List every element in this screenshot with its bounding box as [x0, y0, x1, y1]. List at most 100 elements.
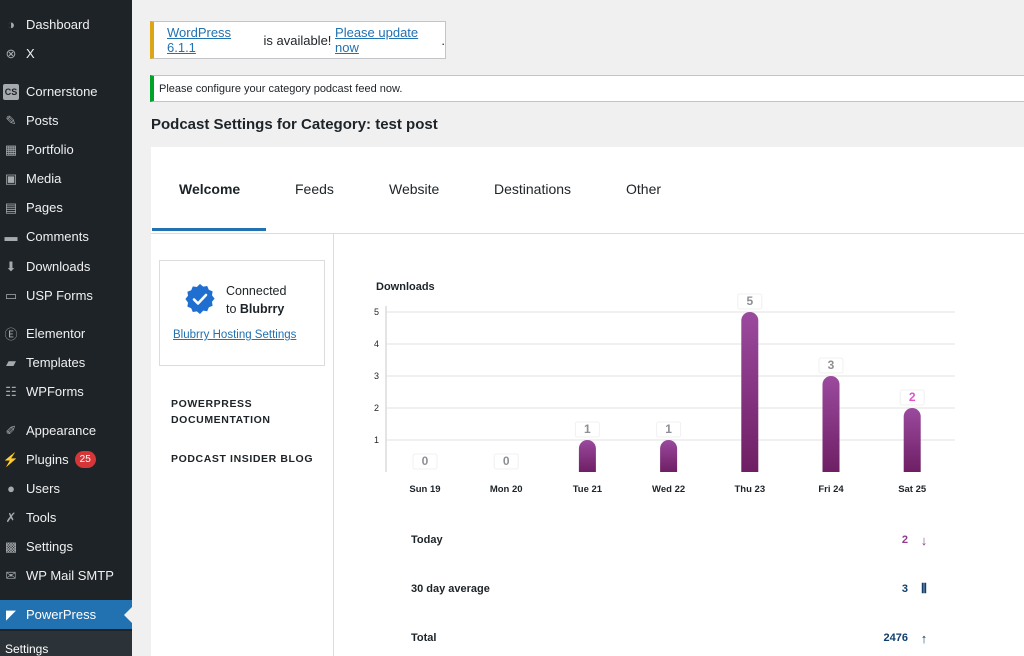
tab-website[interactable]: Website — [389, 181, 439, 197]
stat-value: 3 — [901, 583, 908, 595]
y-tick-label: 3 — [374, 371, 379, 381]
downloads-chart-area: Downloads 1 2 3 4 5 0 Sun 19 0 Mon 20 1 Tue 21 1 Wed … — [335, 234, 1024, 656]
connection-card: Connected to Blubrry Blubrry Hosting Set… — [159, 260, 325, 366]
sidebar-item-label: Pages — [26, 200, 63, 215]
data-label: 2 — [909, 390, 916, 404]
sidebar-item-wpforms[interactable]: ☷ WPForms — [0, 377, 132, 406]
sidebar-item-portfolio[interactable]: ▦ Portfolio — [0, 135, 132, 164]
sidebar-item-wp-mail-smtp[interactable]: ✉ WP Mail SMTP — [0, 561, 132, 590]
sidebar-item-label: Posts — [26, 113, 59, 128]
wrench-icon: ✗ — [5, 509, 17, 525]
chart-bar — [903, 408, 921, 472]
dashboard-icon: ◑ — [7, 17, 15, 32]
tab-other[interactable]: Other — [626, 181, 661, 197]
plug-icon: ⚡ — [2, 451, 20, 467]
update-now-link[interactable]: Please update now — [335, 25, 441, 55]
sidebar-item-label: WPForms — [26, 384, 84, 399]
submenu: Settings — [0, 631, 132, 656]
sidebar-item-label: Portfolio — [26, 142, 74, 157]
arrow-down-icon: ↓ — [920, 532, 928, 548]
chart-bar — [822, 376, 840, 472]
data-label: 0 — [422, 454, 429, 468]
downloads-chart: Downloads 1 2 3 4 5 0 Sun 19 0 Mon 20 1 Tue 21 1 Wed … — [374, 281, 955, 495]
sidebar-item-templates[interactable]: ▰ Templates — [0, 348, 132, 377]
tab-bar: Welcome Feeds Website Destinations Other — [151, 147, 1024, 234]
comments-icon: ▬ — [4, 229, 18, 244]
sidebar-item-cornerstone[interactable]: CS Cornerstone — [0, 77, 132, 106]
brush-icon: ✐ — [5, 422, 17, 438]
documentation-line2: DOCUMENTATION — [171, 414, 271, 426]
sidebar-item-label: Plugins — [26, 452, 69, 467]
sidebar-item-label: USP Forms — [26, 288, 93, 303]
sidebar-item-label: WP Mail SMTP — [26, 568, 114, 583]
chart-bar — [660, 440, 678, 472]
mail-icon: ✉ — [5, 567, 17, 583]
stat-row: 30 day average 3 ⦀ — [411, 580, 951, 600]
tab-destinations[interactable]: Destinations — [494, 181, 571, 197]
stat-label: 30 day average — [411, 583, 490, 595]
stat-value: 2476 — [883, 632, 908, 644]
sidebar-item-users[interactable]: ● Users — [0, 474, 132, 503]
waveform-icon: ⦀ — [921, 581, 927, 596]
y-tick-label: 2 — [374, 403, 379, 413]
elementor-icon: Ⓔ — [4, 327, 18, 342]
submenu-item-settings[interactable]: Settings — [5, 642, 48, 656]
sidebar-item-label: Templates — [26, 355, 86, 370]
data-label: 1 — [665, 422, 672, 436]
hosting-settings-link[interactable]: Blubrry Hosting Settings — [173, 329, 296, 341]
pin-icon: ✎ — [5, 112, 17, 128]
sidebar-item-label: Comments — [26, 229, 89, 244]
y-tick-label: 1 — [374, 435, 379, 445]
powerpress-documentation-link[interactable]: POWERPRESS DOCUMENTATION — [171, 396, 271, 428]
sidebar-item-posts[interactable]: ✎ Posts — [0, 106, 132, 135]
stat-value: 2 — [901, 534, 908, 546]
data-label: 0 — [503, 454, 510, 468]
sidebar-item-label: Tools — [26, 510, 57, 525]
sidebar-item-appearance[interactable]: ✐ Appearance — [0, 416, 132, 445]
sidebar-item-label: Elementor — [26, 326, 86, 341]
verified-badge-icon — [185, 284, 215, 314]
update-notice-end: . — [441, 32, 445, 48]
connection-service-name: Blubrry — [239, 302, 285, 316]
sidebar-item-elementor[interactable]: Ⓔ Elementor — [0, 319, 132, 348]
sidebar-item-label: Users — [26, 481, 60, 496]
arrow-up-icon: ↑ — [920, 630, 928, 646]
forms-icon: ▭ — [4, 287, 18, 303]
sidebar-item-label: Cornerstone — [26, 84, 98, 99]
data-label: 1 — [584, 422, 591, 436]
x-tick-label: Wed 22 — [652, 484, 685, 495]
x-tick-label: Sun 19 — [409, 484, 440, 495]
user-icon: ● — [7, 481, 15, 496]
stat-label: Total — [411, 632, 437, 644]
settings-icon: ▩ — [4, 538, 18, 554]
cs-icon: CS — [3, 83, 19, 100]
pages-icon: ▤ — [4, 199, 18, 215]
update-notice-text: is available! — [259, 32, 336, 48]
chart-bar — [741, 312, 759, 472]
tab-welcome[interactable]: Welcome — [179, 181, 240, 197]
sidebar-item-powerpress[interactable]: ◤ PowerPress — [0, 600, 132, 629]
welcome-sidebar: Connected to Blubrry Blubrry Hosting Set… — [151, 234, 334, 656]
sidebar-item-downloads[interactable]: ⬇ Downloads — [0, 252, 132, 281]
wordpress-version-link[interactable]: WordPress 6.1.1 — [167, 25, 260, 55]
sidebar-item-label: Appearance — [26, 423, 97, 438]
sidebar-item-plugins[interactable]: ⚡ Plugins 25 — [0, 445, 132, 474]
sidebar-item-settings[interactable]: ▩ Settings — [0, 532, 132, 561]
sidebar-item-tools[interactable]: ✗ Tools — [0, 503, 132, 532]
tab-feeds[interactable]: Feeds — [295, 181, 334, 197]
chart-title: Downloads — [376, 281, 435, 293]
sidebar-item-comments[interactable]: ▬ Comments — [0, 222, 132, 251]
y-tick-label: 5 — [374, 307, 379, 317]
podcast-insider-blog-link[interactable]: PODCAST INSIDER BLOG — [171, 451, 313, 467]
documentation-line1: POWERPRESS — [171, 398, 253, 410]
sidebar-item-usp-forms[interactable]: ▭ USP Forms — [0, 281, 132, 310]
data-label: 3 — [828, 358, 835, 372]
sidebar-item-label: Dashboard — [26, 17, 90, 32]
sidebar-item-x[interactable]: ⊗ X — [0, 39, 132, 68]
media-icon: ▣ — [4, 170, 18, 186]
wpforms-icon: ☷ — [5, 383, 17, 399]
connection-status-line1: Connected — [226, 284, 287, 298]
sidebar-item-pages[interactable]: ▤ Pages — [0, 193, 132, 222]
sidebar-item-dashboard[interactable]: ◑ Dashboard — [0, 10, 132, 39]
sidebar-item-media[interactable]: ▣ Media — [0, 164, 132, 193]
